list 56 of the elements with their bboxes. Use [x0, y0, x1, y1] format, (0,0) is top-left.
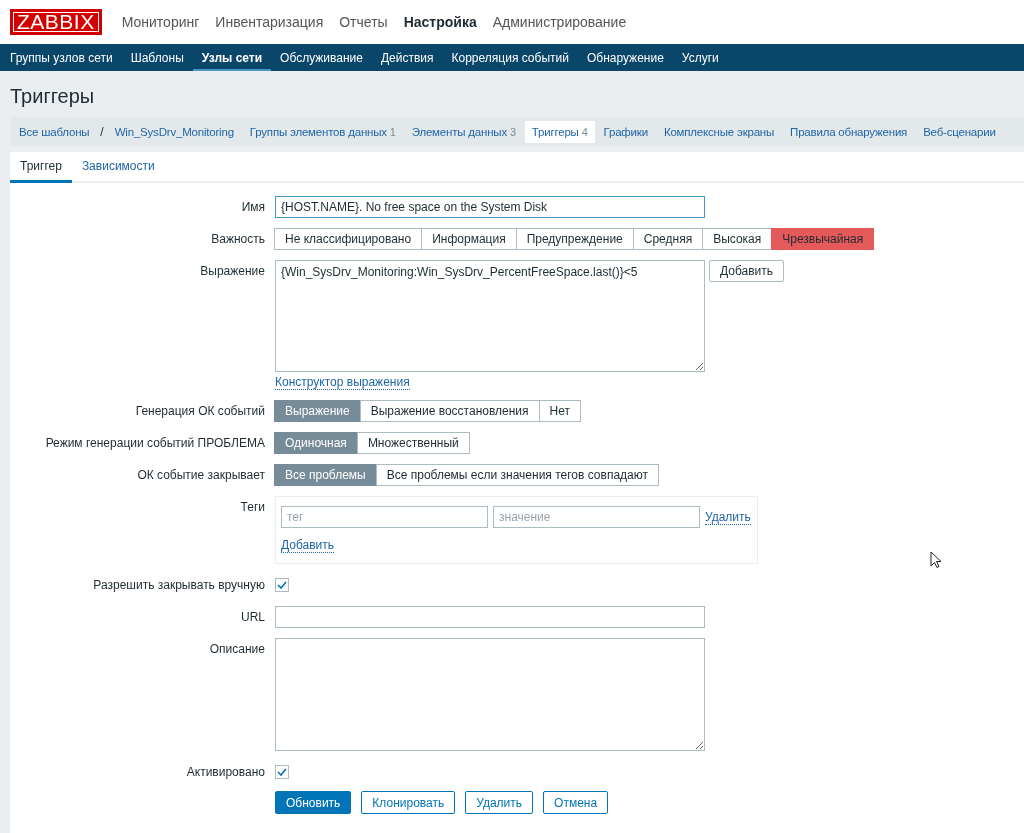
option-button[interactable]: Выражение восстановления — [359, 400, 540, 422]
field-label: Важность — [210, 231, 265, 248]
text-field[interactable] — [275, 606, 705, 628]
option-button[interactable]: Чрезвычайная — [771, 228, 875, 250]
submenu-item[interactable]: Действия — [371, 44, 443, 71]
add-link[interactable]: Добавить — [281, 538, 335, 553]
field-label: Описание — [208, 641, 265, 658]
option-button[interactable]: Информация — [421, 228, 517, 250]
submenu-item[interactable]: Шаблоны — [121, 44, 193, 71]
submenu-item[interactable]: Обнаружение — [577, 44, 673, 71]
menu-item[interactable]: Отчеты — [331, 14, 396, 30]
form-button[interactable]: Клонировать — [361, 791, 456, 814]
form-button[interactable]: Удалить — [465, 791, 534, 814]
submenu-item[interactable]: Группы узлов сети — [1, 44, 122, 71]
expression-field[interactable]: {Win_SysDrv_Monitoring:Win_SysDrv_PercentFreeSpace.last()}<5 — [275, 260, 705, 372]
page-title: Триггеры — [9, 84, 96, 109]
breadcrumb-link[interactable]: Триггеры 4 — [524, 120, 595, 143]
logo[interactable]: ZABBIX — [10, 9, 102, 35]
option-button[interactable]: Средняя — [632, 228, 704, 250]
field-label: URL — [240, 609, 265, 626]
field-label: Выражение — [199, 263, 265, 280]
add-button[interactable]: Добавить — [709, 260, 785, 282]
submenu-item[interactable]: Узлы сети — [192, 44, 272, 71]
form-tab[interactable]: Зависимости — [71, 152, 165, 183]
option-button[interactable]: Все проблемы если значения тегов совпадают — [375, 464, 659, 486]
option-button[interactable]: Нет — [538, 400, 581, 422]
value-field[interactable]: значение — [493, 506, 700, 528]
form-tab[interactable]: Триггер — [10, 152, 72, 183]
menu-item[interactable]: Мониторинг — [113, 14, 208, 30]
text-field[interactable]: {HOST.NAME}. No free space on the System Disk — [275, 196, 705, 218]
field-label: Активировано — [185, 764, 265, 781]
field-label: ОК событие закрывает — [136, 467, 265, 484]
menu-item[interactable]: Администрирование — [484, 14, 635, 30]
field-label: Генерация ОК событий — [134, 403, 265, 420]
option-button[interactable]: Множественный — [356, 432, 470, 454]
mouse-pointer-icon — [930, 551, 942, 569]
field-label: Разрешить закрывать вручную — [92, 577, 265, 594]
expression-constructor-link[interactable]: Конструктор выражения — [275, 375, 410, 390]
form-button[interactable]: Обновить — [275, 791, 352, 814]
tag-field[interactable]: тег — [281, 506, 488, 528]
form-button[interactable]: Отмена — [543, 791, 609, 814]
option-button[interactable]: Высокая — [702, 228, 773, 250]
submenu-item[interactable]: Обслуживание — [271, 44, 372, 71]
checkbox[interactable] — [275, 578, 289, 592]
description-field[interactable] — [275, 638, 705, 751]
field-label: Режим генерации событий ПРОБЛЕМА — [44, 435, 265, 452]
field-label: Теги — [239, 499, 265, 516]
remove-link[interactable]: Удалить — [705, 509, 751, 525]
option-button[interactable]: Предупреждение — [515, 228, 634, 250]
menu-item[interactable]: Инвентаризация — [207, 14, 332, 30]
option-button[interactable]: Не классифицировано — [274, 228, 423, 250]
submenu-item[interactable]: Корреляция событий — [442, 44, 578, 71]
field-label: Имя — [240, 199, 265, 216]
checkbox[interactable] — [275, 765, 289, 779]
submenu-item[interactable]: Услуги — [672, 44, 728, 71]
breadcrumb-separator: / — [99, 124, 105, 139]
